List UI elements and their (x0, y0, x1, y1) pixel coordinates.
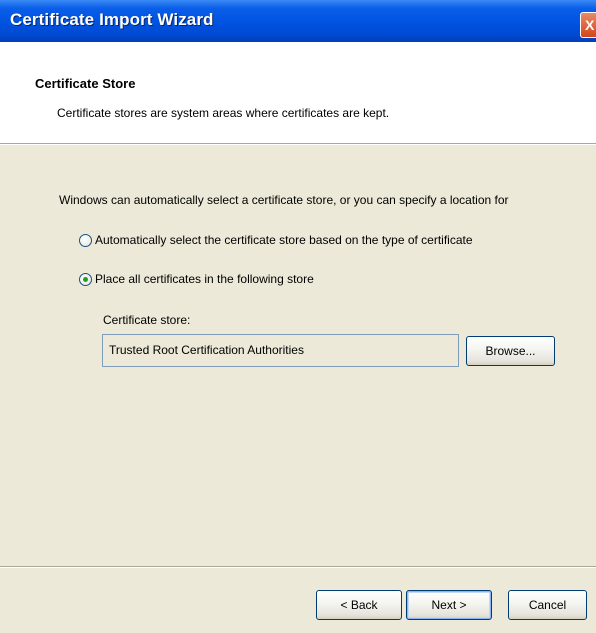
close-icon: X (585, 17, 595, 33)
radio-place-in-store-label[interactable]: Place all certificates in the following … (95, 272, 314, 286)
footer-divider (0, 566, 596, 568)
page-title: Certificate Store (35, 76, 136, 91)
close-button[interactable]: X (580, 12, 596, 38)
header-divider (0, 143, 596, 145)
title-bar[interactable]: Certificate Import Wizard X (0, 0, 596, 42)
wizard-header: Certificate Store Certificate stores are… (0, 42, 596, 143)
back-button[interactable]: < Back (316, 590, 402, 620)
window-title: Certificate Import Wizard (10, 10, 214, 29)
next-button[interactable]: Next > (406, 590, 492, 620)
certificate-store-field: Trusted Root Certification Authorities (102, 334, 459, 367)
radio-button-icon[interactable] (79, 233, 92, 247)
browse-button[interactable]: Browse... (466, 336, 555, 366)
radio-button-icon[interactable] (79, 272, 92, 286)
cancel-button[interactable]: Cancel (508, 590, 587, 620)
radio-auto-select-label[interactable]: Automatically select the certificate sto… (95, 233, 473, 247)
instruction-text: Windows can automatically select a certi… (59, 193, 509, 207)
certificate-store-label: Certificate store: (103, 313, 191, 327)
radio-place-in-store[interactable]: Place all certificates in the following … (79, 272, 314, 286)
certificate-import-wizard-window: Certificate Import Wizard X Certificate … (0, 0, 596, 633)
radio-auto-select[interactable]: Automatically select the certificate sto… (79, 233, 473, 247)
page-description: Certificate stores are system areas wher… (57, 106, 390, 120)
